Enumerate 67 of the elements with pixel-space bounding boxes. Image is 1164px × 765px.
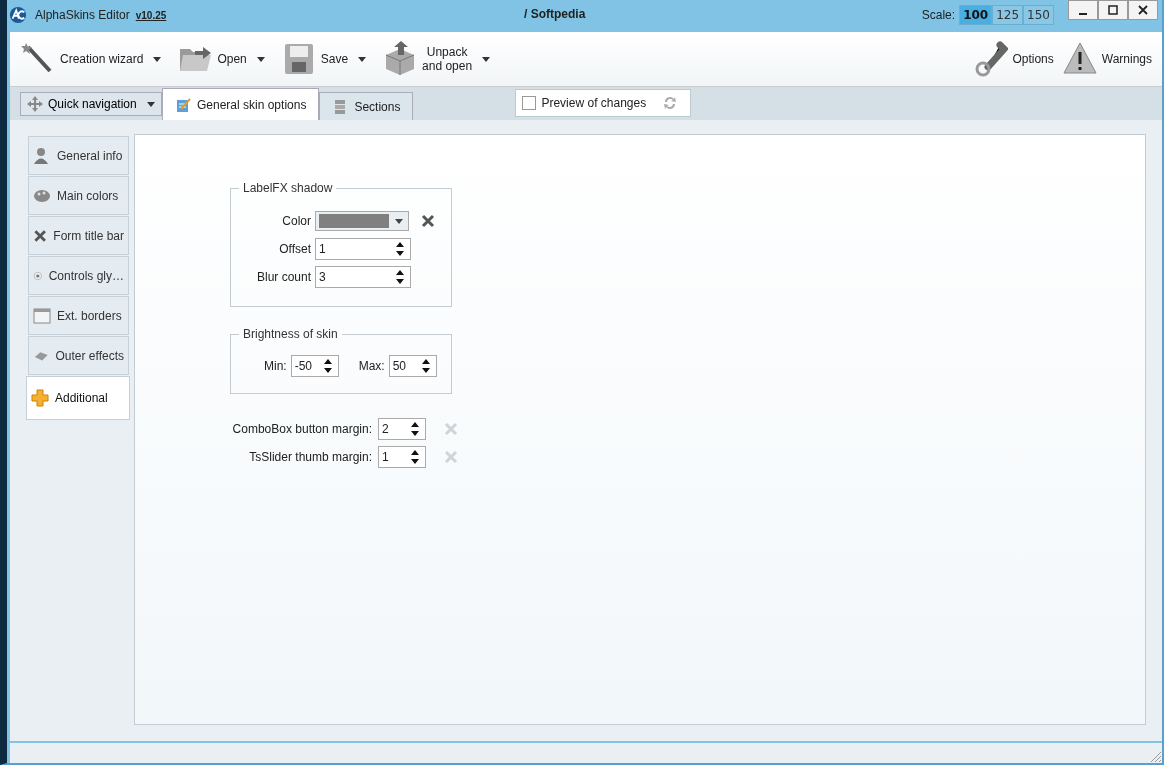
person-icon (33, 146, 51, 165)
field-label: Min: (264, 359, 287, 373)
sidebar-item[interactable]: Ext. borders (28, 296, 129, 335)
caret-icon (147, 101, 155, 107)
scale-label: Scale: (921, 8, 956, 22)
field-label: Offset (278, 242, 311, 256)
maximize-button[interactable] (1098, 0, 1128, 20)
toolbar-button[interactable]: Warnings (1057, 41, 1156, 77)
spin-arrows-icon (411, 450, 419, 464)
quick-navigation-dropdown[interactable]: Quick navigation (20, 92, 162, 116)
spin-arrows-icon (396, 242, 404, 256)
scale-button[interactable]: 150 (1023, 5, 1054, 25)
toolbar-button[interactable]: Save (276, 41, 353, 77)
minimize-button[interactable] (1068, 0, 1098, 20)
preview-checkbox[interactable]: Preview of changes (522, 95, 647, 110)
warning-icon (1061, 41, 1098, 77)
group-title: Brightness of skin (242, 327, 339, 341)
color-dropdown[interactable] (315, 211, 409, 231)
sidebar-item[interactable]: Form title bar (28, 216, 129, 255)
offset-spinbox[interactable]: 1 (315, 238, 411, 260)
resize-grip-icon[interactable] (1150, 751, 1162, 763)
margin-spinbox[interactable]: 2 (378, 418, 426, 440)
max-spinbox[interactable]: 50 (388, 355, 437, 377)
caret-icon[interactable] (256, 56, 265, 62)
sidebar-item[interactable]: Controls gly… (28, 256, 129, 295)
field-label: Max: (358, 359, 385, 373)
caret-icon[interactable] (153, 56, 162, 62)
window-icon (33, 306, 51, 325)
window-title: / Softpedia (524, 7, 586, 21)
clear-icon[interactable] (421, 214, 435, 228)
plus-icon (31, 389, 49, 407)
app-logo-icon (9, 6, 27, 24)
close-button[interactable] (1128, 0, 1158, 20)
toolbar-button[interactable]: Creation wizard (16, 41, 148, 77)
margin-spinbox[interactable]: 1 (378, 446, 426, 468)
field-label: TsSlider thumb margin: (248, 450, 372, 464)
maximize-icon (1108, 5, 1118, 15)
tab[interactable]: General skin options (162, 88, 320, 120)
app-name: AlphaSkins Editor (35, 8, 130, 22)
four-arrows-icon (27, 96, 43, 112)
caret-icon[interactable] (482, 56, 491, 62)
field-label: ComboBox button margin: (231, 422, 372, 436)
sidebar-item[interactable]: Additional (26, 376, 130, 420)
toolbar-button[interactable]: Unpack and open (378, 41, 477, 77)
toolbar-button[interactable]: Options (968, 41, 1058, 77)
field-label: Color (281, 214, 311, 228)
blur-count-spinbox[interactable]: 3 (315, 266, 411, 288)
scale-button[interactable]: 100 (959, 5, 993, 25)
tab[interactable]: Sections (319, 92, 414, 120)
field-label: Blur count (255, 270, 311, 284)
spin-arrows-icon (421, 359, 430, 373)
minimize-icon (1079, 13, 1087, 15)
scale-button[interactable]: 125 (992, 5, 1024, 25)
toolbar-button[interactable]: Open (173, 41, 251, 77)
caret-icon[interactable] (358, 56, 367, 62)
sidebar-item[interactable]: General info (28, 136, 129, 175)
caret-icon (395, 218, 403, 224)
spin-arrows-icon (323, 359, 332, 373)
version-link[interactable]: v10.25 (135, 9, 167, 21)
spin-arrows-icon (396, 270, 404, 284)
group-title: LabelFX shadow (242, 181, 334, 195)
spin-arrows-icon (411, 422, 419, 436)
min-spinbox[interactable]: -50 (290, 355, 339, 377)
close-icon (1138, 5, 1148, 15)
sidebar-item[interactable]: Outer effects (28, 336, 129, 375)
sidebar-item[interactable]: Main colors (28, 176, 129, 215)
notepad-pencil-icon (175, 96, 191, 113)
